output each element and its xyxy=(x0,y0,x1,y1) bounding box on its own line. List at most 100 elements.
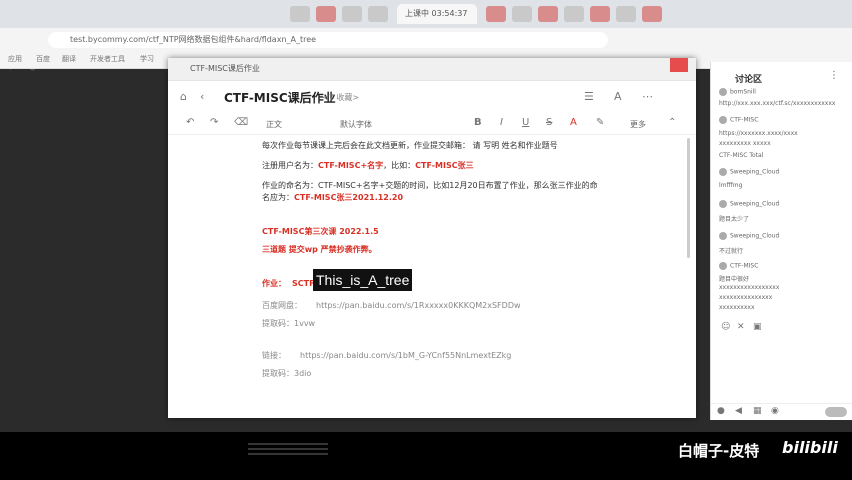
gift-icon[interactable]: ▦ xyxy=(753,406,762,416)
browser-tab[interactable] xyxy=(564,6,584,22)
channel-watermark: 白帽子-皮特 xyxy=(678,442,760,460)
doc-text: 名应为： xyxy=(262,193,294,202)
chat-message: CTF-MISC xyxy=(719,116,758,124)
chat-message: Sweeping_Cloud xyxy=(719,200,779,208)
avatar xyxy=(719,200,727,208)
document-window: CTF-MISC课后作业 ⌂ ‹ CTF-MISC课后作业 <7 收藏> ☰ A… xyxy=(168,58,696,418)
chat-message: xxxxxxxxxxxxxxxxx xyxy=(719,284,780,291)
doc-text: ，比如： xyxy=(383,161,416,170)
chat-input-bar[interactable]: ● ◀ ▦ ◉ xyxy=(711,403,852,420)
url-input[interactable]: test.bycommy.com/ctf_NTP网络数据包组件&hard/fld… xyxy=(48,32,608,48)
browser-tab[interactable] xyxy=(368,6,388,22)
document-header: ⌂ ‹ CTF-MISC课后作业 <7 收藏> ☰ A ⋯ xyxy=(168,80,696,110)
avatar xyxy=(719,168,727,176)
bookmark-item[interactable]: 应用 xyxy=(8,54,22,64)
list-icon[interactable]: ☰ xyxy=(584,90,594,103)
avatar xyxy=(719,262,727,270)
more-tools-button[interactable]: 更多 xyxy=(630,119,646,130)
browser-tab[interactable] xyxy=(512,6,532,22)
doc-line: 注册用户名为：CTF-MISC+名字，比如：CTF-MISC张三 xyxy=(262,160,474,171)
location-icon[interactable]: ◉ xyxy=(771,406,779,416)
send-button[interactable] xyxy=(825,407,847,417)
document-window-title: CTF-MISC课后作业 xyxy=(190,64,260,73)
bold-icon[interactable]: B xyxy=(474,117,482,128)
document-title: CTF-MISC课后作业 xyxy=(224,91,336,105)
doc-text: 百度网盘： xyxy=(262,301,302,310)
caption-overlay: This_is_A_tree xyxy=(313,269,413,291)
font-family-select[interactable]: 默认字体 xyxy=(340,119,372,130)
italic-icon[interactable]: I xyxy=(500,117,503,128)
menu-icon[interactable]: ⋮ xyxy=(829,70,839,81)
browser-tab[interactable] xyxy=(316,6,336,22)
discussion-title: 讨论区 xyxy=(735,75,763,85)
favorite-count[interactable]: <7 收藏> xyxy=(322,92,359,103)
close-icon[interactable]: ✕ xyxy=(737,322,745,332)
chat-message: CTF-MISC xyxy=(719,262,758,270)
chat-message: http://xxx.xxx.xxx/ctf.sc/xxxxxxxxxxxx xyxy=(719,100,836,107)
chat-message: lmfffmg xyxy=(719,182,743,189)
back-icon[interactable]: ‹ xyxy=(200,90,204,103)
blurred-text xyxy=(248,440,328,462)
chat-message: xxxxxxxxxx xyxy=(719,304,755,311)
doc-text: 链接： xyxy=(262,351,286,360)
doc-line: 链接： https://pan.baidu.com/s/1bM_G-YCnf55N… xyxy=(262,350,511,361)
chat-message: 题目太少了 xyxy=(719,216,750,223)
doc-text: CTF-MISC张三2021.12.20 xyxy=(294,193,404,202)
address-bar-row: ← ↻ test.bycommy.com/ctf_NTP网络数据包组件&hard… xyxy=(0,28,852,74)
chat-message: xxxxxxxxxxxxxxx xyxy=(719,294,773,301)
scrollbar[interactable] xyxy=(687,138,690,258)
bookmark-item[interactable]: 百度 xyxy=(36,54,50,64)
chat-message: Sweeping_Cloud xyxy=(719,168,779,176)
close-button[interactable] xyxy=(670,58,688,72)
doc-text: SCTF xyxy=(292,279,315,288)
browser-tab[interactable] xyxy=(642,6,662,22)
doc-text: 作业： xyxy=(262,279,286,288)
share-link[interactable]: https://pan.baidu.com/s/1Rxxxxx0KKKQM2xS… xyxy=(316,301,521,310)
doc-line: 百度网盘： https://pan.baidu.com/s/1Rxxxxx0KKK… xyxy=(262,300,521,311)
browser-tab[interactable] xyxy=(342,6,362,22)
doc-line: 每次作业每节课课上完后会在此文档更新，作业提交邮箱： 请 写明 姓名和作业题号 xyxy=(262,141,558,150)
text-color-icon[interactable]: A xyxy=(570,117,577,128)
redo-icon[interactable]: ↷ xyxy=(210,117,218,128)
mic-icon[interactable]: ● xyxy=(717,406,725,416)
home-icon[interactable]: ⌂ xyxy=(180,90,187,103)
image-icon[interactable]: ▣ xyxy=(753,322,762,332)
strikethrough-icon[interactable]: S xyxy=(546,117,552,128)
more-icon[interactable]: ⋯ xyxy=(642,90,653,103)
doc-line: 三道题 提交wp 严禁抄袭作弊。 xyxy=(262,245,377,254)
paragraph-style-select[interactable]: 正文 xyxy=(266,119,282,130)
active-tab[interactable]: 上课中 03:54:37 xyxy=(397,4,477,24)
doc-line: 提取码：3dio xyxy=(262,369,312,378)
format-painter-icon[interactable]: ⌫ xyxy=(234,117,248,128)
bookmark-item[interactable]: 翻译 xyxy=(62,54,76,64)
avatar xyxy=(719,232,727,240)
speaker-icon[interactable]: ◀ xyxy=(735,406,742,416)
highlight-icon[interactable]: ✎ xyxy=(596,117,604,128)
collapse-icon[interactable]: ⌃ xyxy=(668,117,676,128)
font-icon[interactable]: A xyxy=(614,90,622,103)
doc-line: 名应为：CTF-MISC张三2021.12.20 xyxy=(262,192,403,203)
bookmark-item[interactable]: 学习 xyxy=(140,54,154,64)
document-titlebar: CTF-MISC课后作业 xyxy=(168,58,696,81)
doc-line: CTF-MISC第三次课 2022.1.5 xyxy=(262,227,379,236)
chat-message: 不过就行 xyxy=(719,248,744,255)
bilibili-logo: bilibili xyxy=(782,438,838,457)
browser-tab[interactable] xyxy=(590,6,610,22)
doc-text: CTF-MISC张三 xyxy=(415,161,474,170)
doc-text: 注册用户名为： xyxy=(262,161,318,170)
browser-tab[interactable] xyxy=(486,6,506,22)
avatar xyxy=(719,116,727,124)
chat-message: xxxxxxxxx xxxxx xyxy=(719,140,771,147)
emoji-icon[interactable]: ☺ xyxy=(721,322,730,332)
doc-line: 作业的命名为：CTF-MISC+名字+交题的时间，比如12月20日布置了作业，那… xyxy=(262,181,598,190)
browser-tab[interactable] xyxy=(538,6,558,22)
bookmark-item[interactable]: 开发者工具 xyxy=(90,54,125,64)
share-link[interactable]: https://pan.baidu.com/s/1bM_G-YCnf55NnLm… xyxy=(300,351,511,360)
browser-tab[interactable] xyxy=(616,6,636,22)
undo-icon[interactable]: ↶ xyxy=(186,117,194,128)
chat-message: Sweeping_Cloud xyxy=(719,232,779,240)
browser-tab[interactable] xyxy=(290,6,310,22)
tab-bar: 上课中 03:54:37 xyxy=(0,0,852,28)
doc-line: 提取码：1vvw xyxy=(262,319,316,328)
underline-icon[interactable]: U xyxy=(522,117,529,128)
